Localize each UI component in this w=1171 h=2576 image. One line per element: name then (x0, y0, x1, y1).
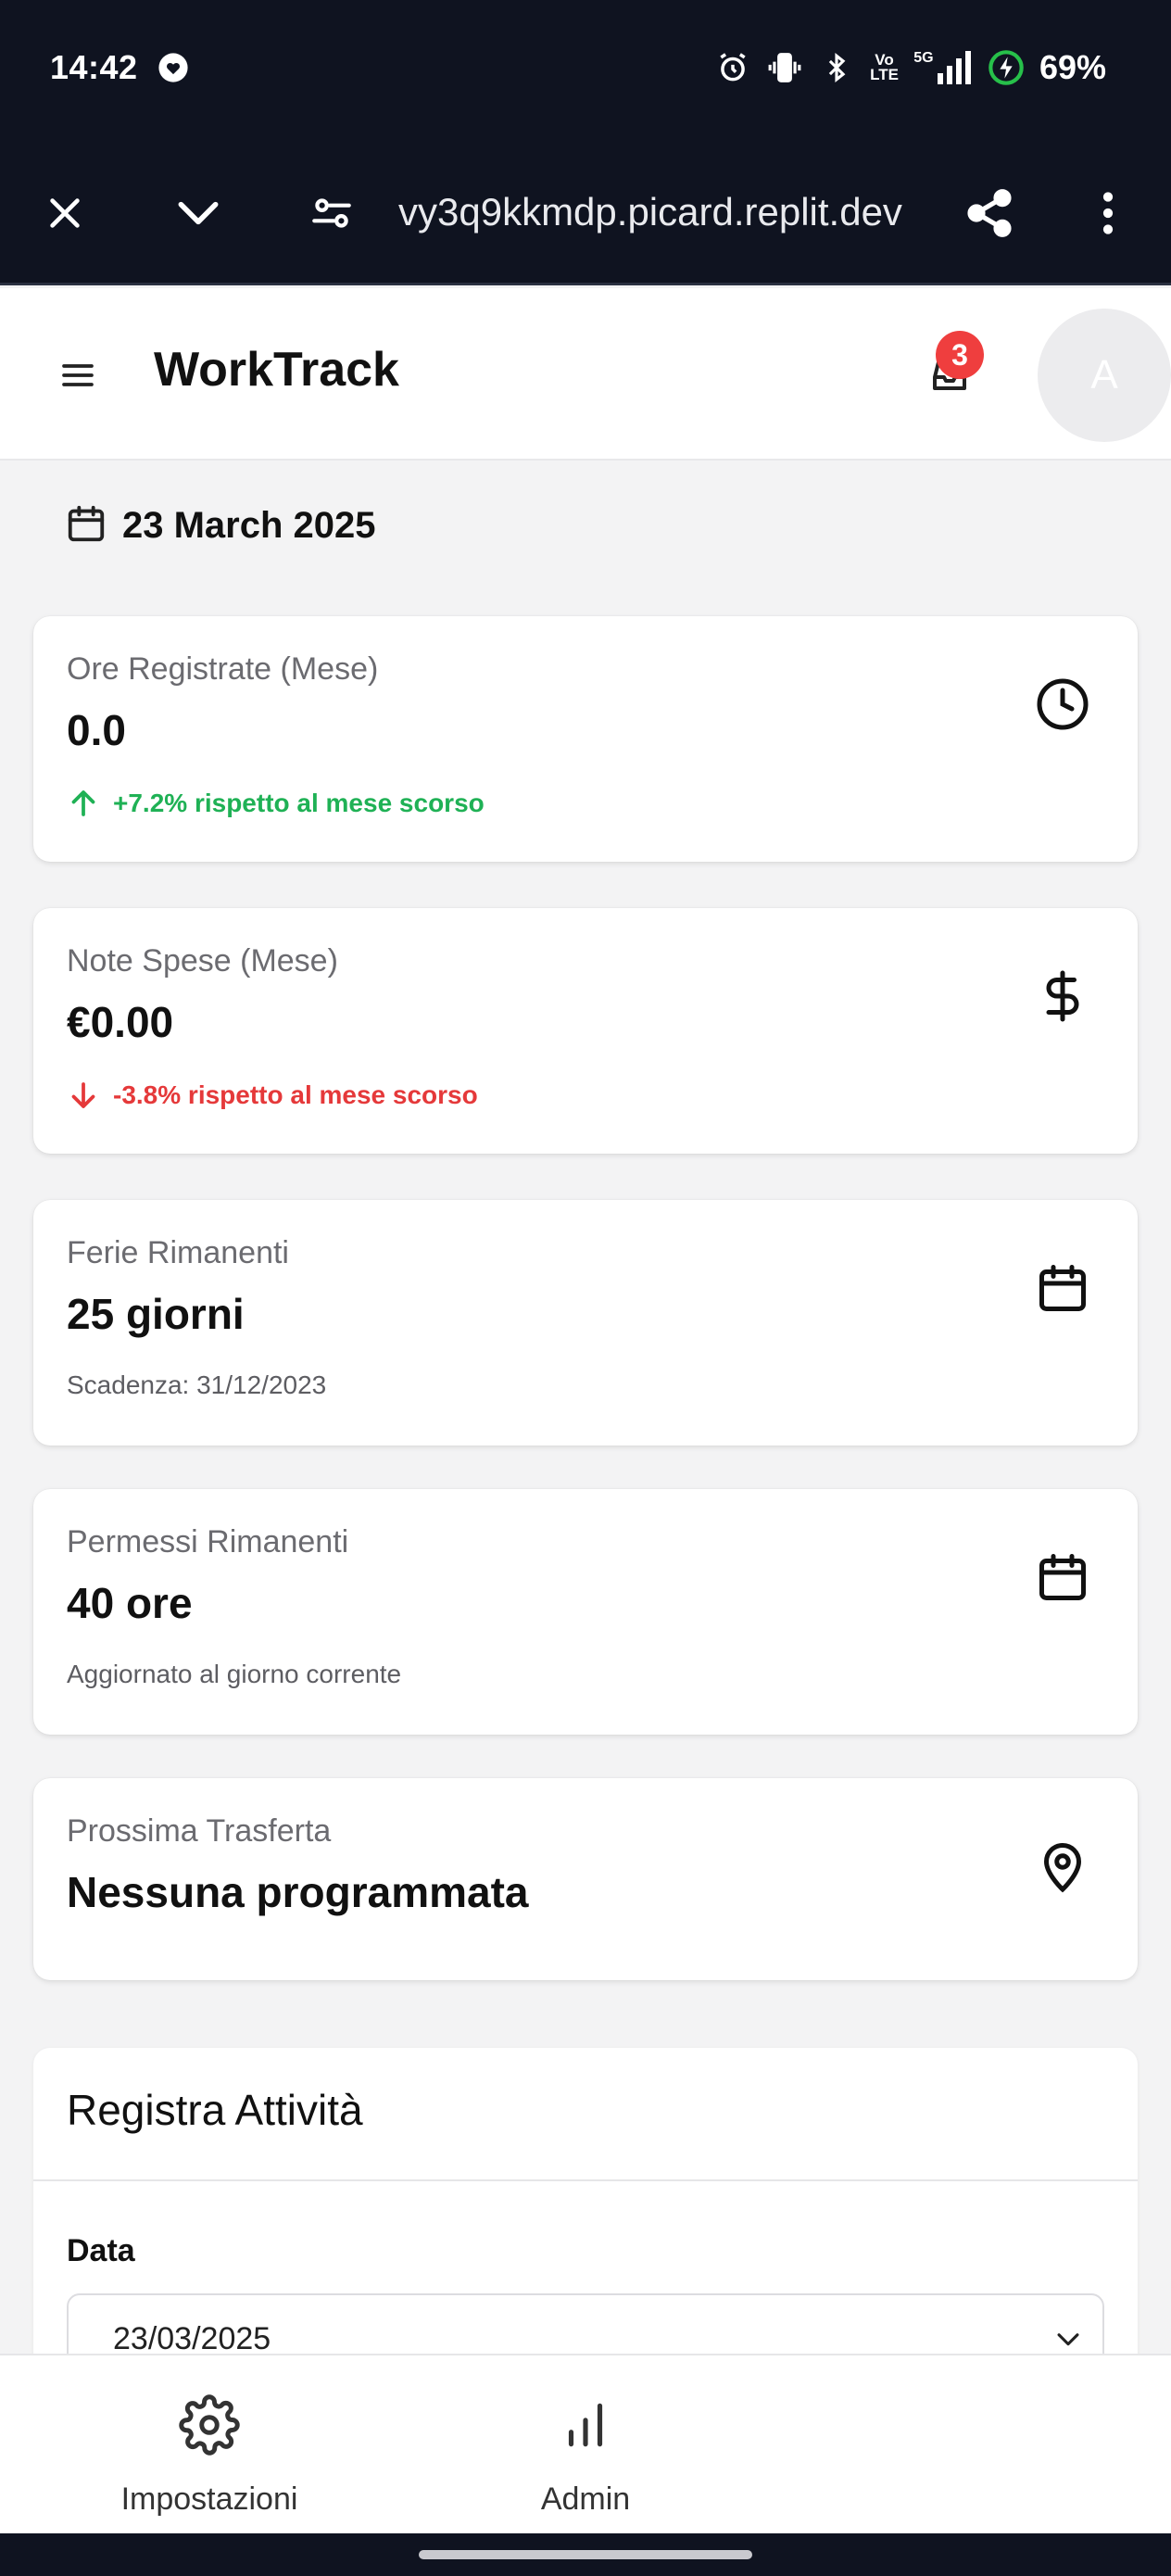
card-value: Nessuna programmata (67, 1868, 529, 1916)
card-value: 25 giorni (67, 1290, 245, 1338)
bar-chart-icon (553, 2393, 618, 2457)
card-label: Prossima Trasferta (67, 1813, 332, 1849)
volte-icon: Vo LTE (870, 51, 899, 83)
stat-card-permits[interactable]: Permessi Rimanenti 40 ore Aggiornato al … (33, 1489, 1138, 1735)
battery-percent: 69% (1039, 48, 1106, 86)
bluetooth-icon (818, 49, 855, 86)
stat-card-hours[interactable]: Ore Registrate (Mese) 0.0 +7.2% rispetto… (33, 616, 1138, 862)
app-header: WorkTrack 3 A (0, 288, 1171, 461)
url-bar[interactable]: vy3q9kkmdp.picard.replit.dev (398, 183, 931, 241)
arrow-down-icon (71, 1082, 95, 1108)
card-label: Note Spese (Mese) (67, 943, 338, 979)
avatar-initial: A (1038, 309, 1171, 442)
card-note: +7.2% rispetto al mese scorso (113, 789, 485, 817)
battery-charging-icon (988, 49, 1025, 86)
date-select-value: 23/03/2025 (113, 2321, 271, 2356)
signal-icon: 5G (913, 49, 973, 86)
status-time: 14:42 (50, 48, 138, 86)
card-label: Permessi Rimanenti (67, 1524, 349, 1559)
current-date: 23 March 2025 (65, 502, 376, 549)
more-vert-icon[interactable] (1080, 185, 1136, 241)
site-settings-icon[interactable] (304, 185, 359, 241)
menu-icon[interactable] (54, 351, 102, 399)
card-value: €0.00 (67, 998, 174, 1046)
heart-status-icon (157, 52, 189, 83)
share-icon[interactable] (962, 185, 1017, 241)
card-trend: +7.2% rispetto al mese scorso (67, 787, 485, 820)
vibrate-icon (766, 49, 803, 86)
card-label: Ferie Rimanenti (67, 1235, 289, 1270)
calendar-icon (1034, 1548, 1091, 1606)
card-trend: -3.8% rispetto al mese scorso (67, 1079, 478, 1112)
arrow-up-icon (71, 790, 95, 816)
close-icon[interactable] (37, 185, 93, 241)
stat-card-vacation[interactable]: Ferie Rimanenti 25 giorni Scadenza: 31/1… (33, 1200, 1138, 1446)
card-note: -3.8% rispetto al mese scorso (113, 1080, 478, 1109)
calendar-icon (1034, 1259, 1091, 1317)
bottom-navigation: Impostazioni Admin (0, 2354, 1171, 2533)
section-title: Registra Attività (67, 2086, 363, 2134)
alarm-icon (714, 49, 751, 86)
nav-item-settings[interactable]: Impostazioni (89, 2393, 330, 2518)
notification-badge: 3 (936, 331, 984, 379)
calendar-icon (65, 502, 107, 549)
status-bar: 14:42 Vo LTE 5G 69% (0, 0, 1171, 139)
nav-label: Admin (540, 2481, 631, 2517)
card-value: 0.0 (67, 706, 126, 754)
avatar[interactable]: A (1038, 309, 1171, 442)
system-navigation-bar (0, 2533, 1171, 2576)
divider (33, 2179, 1138, 2181)
nav-label: Impostazioni (120, 2481, 298, 2517)
network-type: 5G (913, 50, 934, 66)
app-title: WorkTrack (154, 343, 399, 397)
chevron-down-icon (1052, 2323, 1086, 2356)
stat-card-next-trip[interactable]: Prossima Trasferta Nessuna programmata (33, 1778, 1138, 1980)
stat-card-expenses[interactable]: Note Spese (Mese) €0.00 -3.8% rispetto a… (33, 908, 1138, 1154)
status-icons: Vo LTE 5G 69% (714, 44, 1106, 91)
chevron-down-icon[interactable] (170, 185, 226, 241)
gear-icon (177, 2393, 242, 2457)
card-value: 40 ore (67, 1579, 193, 1627)
date-field-label: Data (67, 2233, 135, 2268)
card-note: Aggiornato al giorno corrente (67, 1660, 402, 1688)
browser-toolbar: vy3q9kkmdp.picard.replit.dev (0, 139, 1171, 285)
card-label: Ore Registrate (Mese) (67, 651, 379, 687)
date-text: 23 March 2025 (122, 505, 376, 546)
dollar-icon (1034, 967, 1091, 1025)
clock-icon (1034, 676, 1091, 733)
map-pin-icon (1034, 1837, 1091, 1895)
card-note: Scadenza: 31/12/2023 (67, 1370, 327, 1399)
nav-item-admin[interactable]: Admin (465, 2393, 706, 2518)
gesture-handle[interactable] (419, 2550, 752, 2559)
